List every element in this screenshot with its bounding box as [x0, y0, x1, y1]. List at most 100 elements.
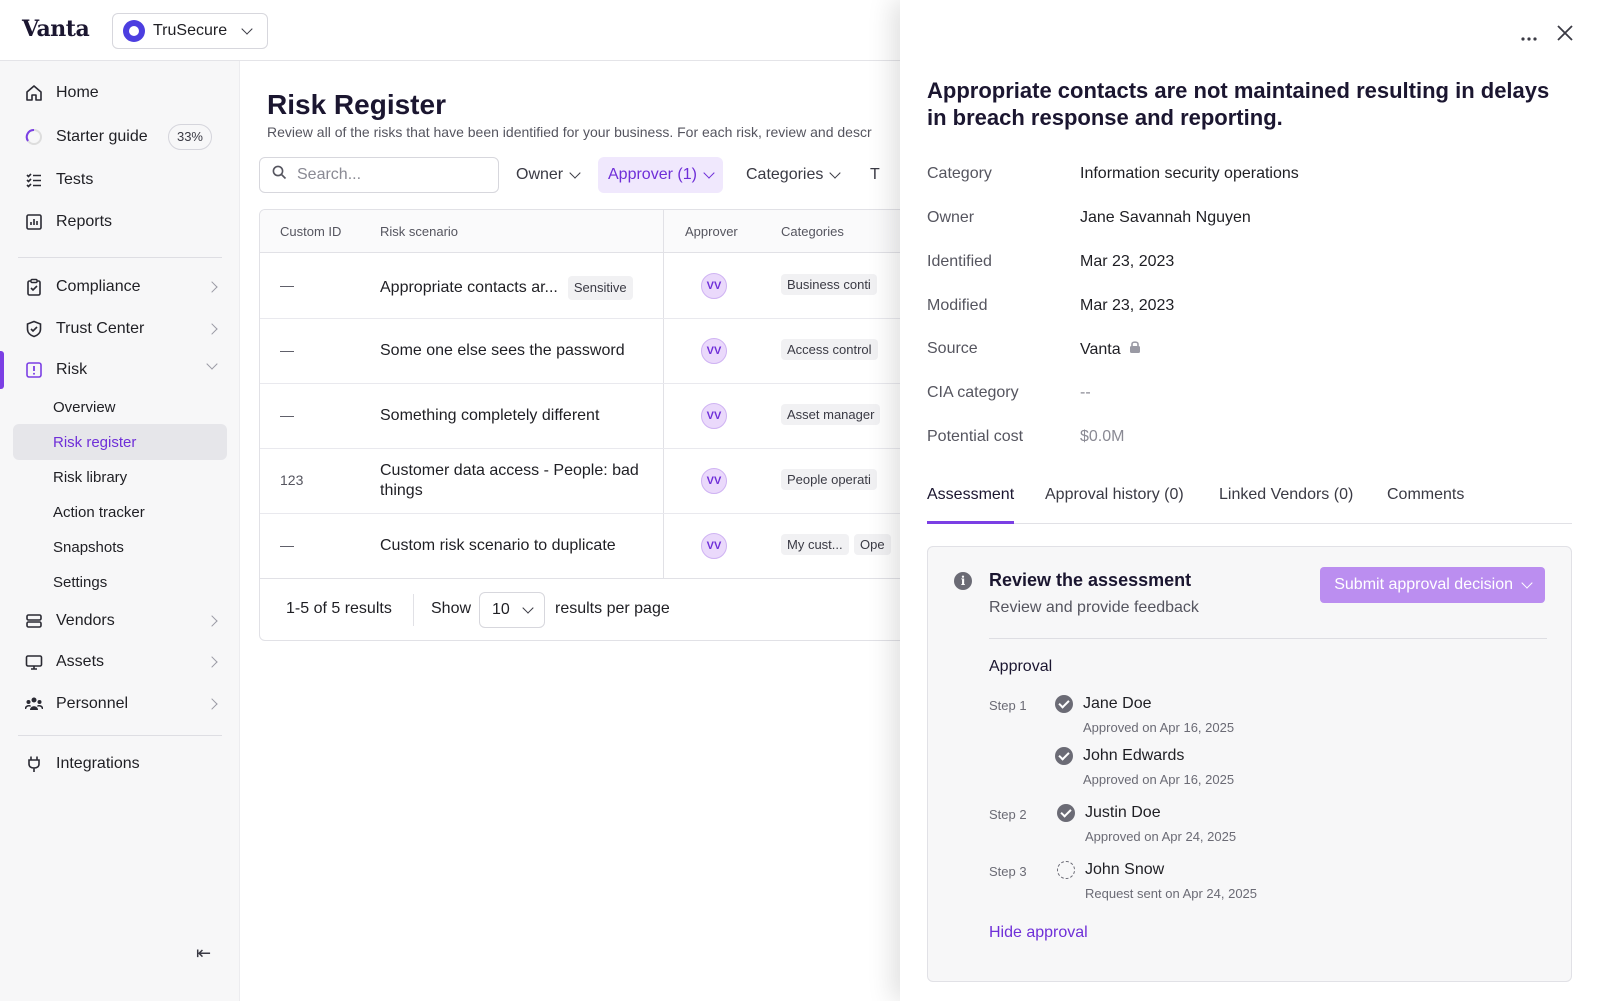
- approval-status: Approved on Apr 16, 2025: [1083, 772, 1235, 787]
- sidebar-subitem-risk-register[interactable]: Risk register: [13, 424, 227, 460]
- category-tag: Access control: [781, 339, 878, 360]
- org-switcher[interactable]: TruSecure: [112, 13, 268, 49]
- source-text: Vanta: [1080, 340, 1121, 358]
- custom-id: —: [280, 537, 294, 553]
- tab-assessment[interactable]: Assessment: [927, 482, 1015, 524]
- sidebar-subitem-risk-library[interactable]: Risk library: [13, 459, 227, 495]
- table-row[interactable]: — Some one else sees the password VV Acc…: [260, 318, 918, 384]
- list-check-icon: [24, 170, 44, 190]
- step-label: Step 3: [989, 864, 1027, 879]
- custom-id: —: [280, 407, 294, 423]
- sidebar-item-trust-center[interactable]: Trust Center: [12, 310, 228, 348]
- avatar[interactable]: VV: [701, 403, 727, 429]
- sidebar-item-assets[interactable]: Assets: [12, 643, 228, 681]
- check-circle-icon: [1055, 695, 1073, 713]
- tab-comments[interactable]: Comments: [1387, 482, 1464, 524]
- hide-approval-link[interactable]: Hide approval: [989, 924, 1088, 942]
- sidebar-item-vendors[interactable]: Vendors: [12, 602, 228, 640]
- button-label: Submit approval decision: [1334, 576, 1513, 593]
- sidebar-item-tests[interactable]: Tests: [12, 161, 228, 199]
- lock-icon: [1129, 340, 1141, 359]
- filter-owner[interactable]: Owner: [506, 157, 589, 193]
- risk-scenario-text: Appropriate contacts ar...: [380, 279, 558, 296]
- sidebar-subitem-settings[interactable]: Settings: [13, 564, 227, 600]
- step-label: Step 2: [989, 807, 1027, 822]
- search-input[interactable]: [297, 166, 477, 184]
- risk-detail-drawer: Appropriate contacts are not maintained …: [900, 0, 1600, 1001]
- drawer-tabs: Assessment Approval history (0) Linked V…: [927, 482, 1572, 524]
- submit-approval-decision-button[interactable]: Submit approval decision: [1320, 567, 1545, 603]
- table-row[interactable]: — Custom risk scenario to duplicate VV M…: [260, 513, 918, 579]
- search-icon: [272, 165, 287, 185]
- table-row[interactable]: — Something completely different VV Asse…: [260, 383, 918, 449]
- field-value-potential-cost: $0.0M: [1080, 428, 1125, 445]
- filter-approver[interactable]: Approver (1): [598, 157, 723, 193]
- avatar[interactable]: VV: [701, 338, 727, 364]
- field-label: Modified: [927, 297, 988, 314]
- progress-badge: 33%: [167, 124, 212, 150]
- collapse-sidebar-icon[interactable]: ⇤: [196, 943, 211, 964]
- field-value-cia-category: --: [1080, 384, 1091, 401]
- risk-scenario: Something completely different: [380, 407, 600, 424]
- sidebar-item-label: Assets: [56, 653, 105, 670]
- search-box[interactable]: [259, 157, 499, 193]
- sidebar-item-reports[interactable]: Reports: [12, 203, 228, 241]
- category-tag: Business conti: [781, 274, 877, 295]
- filter-label: T: [870, 166, 880, 183]
- monitor-icon: [24, 652, 44, 672]
- drawer-title: Appropriate contacts are not maintained …: [927, 78, 1550, 130]
- sidebar-item-starter-guide[interactable]: Starter guide 33%: [12, 118, 228, 156]
- sidebar-item-compliance[interactable]: Compliance: [12, 268, 228, 306]
- vendors-icon: [24, 611, 44, 631]
- more-options-icon[interactable]: [1520, 25, 1538, 48]
- report-icon: [24, 212, 44, 232]
- approver-entry: John Edwards: [1055, 747, 1184, 765]
- sidebar-item-home[interactable]: Home: [12, 74, 228, 112]
- filter-categories[interactable]: Categories: [736, 157, 849, 193]
- active-indicator: [0, 351, 4, 389]
- plug-icon: [24, 754, 44, 774]
- org-name: TruSecure: [153, 22, 228, 39]
- field-label: Potential cost: [927, 428, 1024, 445]
- column-header[interactable]: Custom ID: [280, 224, 341, 239]
- sidebar-item-risk[interactable]: Risk: [0, 351, 228, 389]
- tab-linked-vendors[interactable]: Linked Vendors (0): [1219, 482, 1353, 524]
- filter-truncated[interactable]: T: [860, 157, 890, 193]
- approver-name: John Edwards: [1083, 747, 1185, 764]
- table-row[interactable]: — Appropriate contacts ar... Sensitive VV…: [260, 253, 918, 319]
- clipboard-check-icon: [24, 277, 44, 297]
- page-subtitle: Review all of the risks that have been i…: [267, 124, 872, 140]
- tab-approval-history[interactable]: Approval history (0): [1045, 482, 1184, 524]
- filter-label: Owner: [516, 166, 564, 183]
- home-icon: [24, 83, 44, 103]
- sidebar-subitem-action-tracker[interactable]: Action tracker: [13, 494, 227, 530]
- avatar[interactable]: VV: [701, 468, 727, 494]
- sidebar-subitem-snapshots[interactable]: Snapshots: [13, 529, 227, 565]
- sidebar-item-personnel[interactable]: Personnel: [12, 685, 228, 723]
- chevron-down-icon: [703, 167, 715, 179]
- column-header[interactable]: Approver: [685, 224, 738, 239]
- chevron-right-icon: [206, 698, 218, 710]
- table-row[interactable]: 123 Customer data access - People: bad t…: [260, 448, 918, 514]
- approval-status: Approved on Apr 24, 2025: [1085, 829, 1237, 844]
- field-value-identified: Mar 23, 2023: [1080, 253, 1175, 270]
- field-value-category: Information security operations: [1080, 165, 1299, 182]
- close-icon[interactable]: [1556, 24, 1574, 48]
- sidebar-subitem-overview[interactable]: Overview: [13, 389, 227, 425]
- avatar[interactable]: VV: [701, 533, 727, 559]
- chevron-down-icon: [241, 23, 253, 35]
- column-header[interactable]: Categories: [781, 224, 844, 239]
- column-header[interactable]: Risk scenario: [380, 224, 458, 239]
- vanta-logo[interactable]: Vanta: [22, 16, 90, 42]
- avatar[interactable]: VV: [701, 273, 727, 299]
- approver-name: Jane Doe: [1083, 695, 1152, 712]
- chevron-right-icon: [206, 615, 218, 627]
- assessment-card: i Review the assessment Review and provi…: [927, 546, 1572, 982]
- per-page-select[interactable]: 10: [479, 592, 545, 628]
- sidebar-item-integrations[interactable]: Integrations: [12, 745, 228, 783]
- org-icon: [123, 20, 145, 42]
- sidebar-item-label: Trust Center: [56, 320, 145, 337]
- category-tag: People operati: [781, 469, 877, 490]
- shield-check-icon: [24, 319, 44, 339]
- approver-entry: John Snow: [1057, 861, 1164, 879]
